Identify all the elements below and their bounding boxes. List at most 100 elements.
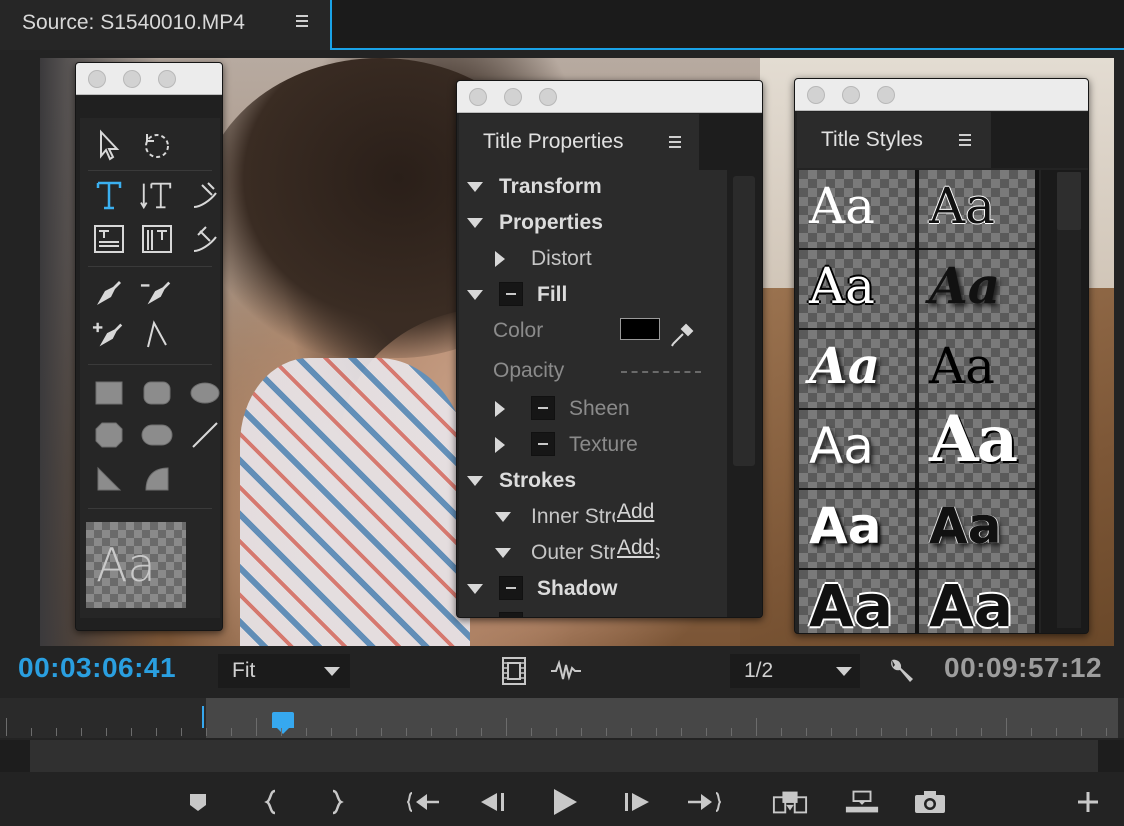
play-icon[interactable] [546, 784, 582, 820]
sheen-checkbox[interactable] [531, 396, 555, 420]
current-timecode[interactable]: 00:03:06:41 [18, 652, 176, 684]
close-window-icon[interactable] [469, 88, 487, 106]
rounded-rectangle-tool-icon[interactable] [140, 376, 174, 410]
style-swatch[interactable]: Aa [799, 570, 915, 633]
close-window-icon[interactable] [807, 86, 825, 104]
zoom-window-icon[interactable] [158, 70, 176, 88]
playback-resolution-select[interactable]: 1/2 [730, 654, 860, 688]
expand-triangle-icon[interactable] [495, 437, 505, 453]
row-fill[interactable]: Fill [459, 278, 727, 312]
path-type-tool-icon[interactable] [188, 178, 222, 212]
row-inner-strokes[interactable]: Inner Strokes Add [459, 500, 727, 534]
shadow-checkbox[interactable] [499, 576, 523, 600]
style-swatch[interactable]: Aa [799, 410, 915, 488]
time-ruler[interactable] [0, 698, 1124, 738]
minimize-window-icon[interactable] [504, 88, 522, 106]
style-swatch[interactable]: Aa [919, 570, 1035, 633]
ellipse-tool-icon[interactable] [188, 376, 222, 410]
properties-scroll-thumb[interactable] [733, 176, 755, 466]
insert-icon[interactable] [772, 784, 808, 820]
row-distort[interactable]: Distort [459, 242, 727, 276]
style-swatch[interactable]: Aa [799, 330, 915, 408]
clipped-corner-rectangle-tool-icon[interactable] [92, 418, 126, 452]
add-inner-stroke-link[interactable]: Add [615, 500, 657, 524]
opacity-value-empty[interactable] [621, 371, 701, 373]
minimize-window-icon[interactable] [842, 86, 860, 104]
zoom-level-select[interactable]: Fit [218, 654, 350, 688]
panel-menu-icon[interactable] [669, 136, 681, 151]
convert-anchor-point-tool-icon[interactable] [140, 318, 174, 352]
expand-triangle-icon[interactable] [495, 251, 505, 267]
title-properties-tab[interactable]: Title Properties [459, 114, 699, 170]
row-shadow[interactable]: Shadow [459, 572, 727, 606]
style-swatch[interactable]: Aa [799, 170, 915, 248]
title-styles-titlebar[interactable] [795, 79, 1088, 111]
zoom-window-icon[interactable] [539, 88, 557, 106]
add-outer-stroke-link[interactable]: Add [615, 536, 657, 560]
panel-menu-icon[interactable] [296, 15, 310, 30]
rectangle-tool-icon[interactable] [92, 376, 126, 410]
source-tab[interactable]: Source: S1540010.MP4 [0, 0, 332, 50]
row-texture[interactable]: Texture [459, 428, 727, 462]
playhead[interactable] [272, 712, 294, 734]
add-anchor-point-tool-icon[interactable] [92, 318, 126, 352]
eyedropper-icon[interactable] [669, 322, 695, 348]
vertical-type-tool-icon[interactable] [140, 178, 174, 212]
row-properties[interactable]: Properties [459, 206, 727, 240]
zoom-scroll-thumb[interactable] [30, 740, 1098, 772]
zoom-window-icon[interactable] [877, 86, 895, 104]
title-tools-titlebar[interactable] [76, 63, 222, 95]
go-to-out-icon[interactable] [686, 784, 722, 820]
background-checkbox[interactable] [499, 612, 523, 617]
wedge-tool-icon[interactable] [92, 462, 126, 496]
add-button-icon[interactable] [1070, 784, 1106, 820]
collapse-triangle-icon[interactable] [467, 476, 483, 486]
delete-anchor-point-tool-icon[interactable] [140, 276, 174, 310]
style-swatch[interactable]: Aa [919, 490, 1035, 568]
area-type-tool-icon[interactable] [92, 222, 126, 256]
collapse-triangle-icon[interactable] [467, 182, 483, 192]
rounded-corner-rectangle-tool-icon[interactable] [140, 418, 174, 452]
collapse-triangle-icon[interactable] [495, 512, 511, 522]
row-transform[interactable]: Transform [459, 170, 727, 204]
drag-audio-only-icon[interactable] [550, 660, 582, 682]
panel-menu-icon[interactable] [959, 134, 971, 149]
collapse-triangle-icon[interactable] [467, 584, 483, 594]
pen-tool-icon[interactable] [92, 276, 126, 310]
collapse-triangle-icon[interactable] [467, 290, 483, 300]
style-swatch[interactable]: Aa [919, 250, 1035, 328]
mark-out-icon[interactable] [318, 784, 354, 820]
wrench-settings-icon[interactable] [886, 656, 916, 686]
type-tool-icon[interactable] [92, 178, 126, 212]
style-swatch[interactable]: Aa [919, 330, 1035, 408]
style-swatch[interactable]: Aa [799, 250, 915, 328]
mark-in-icon[interactable] [254, 784, 290, 820]
fill-color-swatch[interactable] [620, 318, 660, 340]
properties-scrollbar[interactable] [727, 170, 762, 617]
collapse-triangle-icon[interactable] [495, 548, 511, 558]
row-background[interactable] [459, 608, 727, 617]
arc-tool-icon[interactable] [140, 462, 174, 496]
style-swatch[interactable]: Aa [799, 490, 915, 568]
close-window-icon[interactable] [88, 70, 106, 88]
row-outer-strokes[interactable]: Outer Strokes Add [459, 536, 727, 570]
vertical-path-type-tool-icon[interactable] [188, 222, 222, 256]
collapse-triangle-icon[interactable] [467, 218, 483, 228]
vertical-area-type-tool-icon[interactable] [140, 222, 174, 256]
export-frame-icon[interactable] [912, 784, 948, 820]
style-swatch[interactable]: Aa [919, 170, 1035, 248]
row-sheen[interactable]: Sheen [459, 392, 727, 426]
title-styles-tab[interactable]: Title Styles [797, 112, 991, 168]
overwrite-icon[interactable] [844, 784, 880, 820]
step-forward-icon[interactable] [618, 784, 654, 820]
add-marker-icon[interactable] [180, 784, 216, 820]
styles-scroll-thumb[interactable] [1057, 172, 1081, 230]
zoom-scroll-bar[interactable] [0, 740, 1124, 772]
style-swatch[interactable]: Aa [919, 410, 1035, 488]
styles-scrollbar[interactable] [1041, 170, 1088, 633]
row-strokes[interactable]: Strokes [459, 464, 727, 498]
line-tool-icon[interactable] [188, 418, 222, 452]
texture-checkbox[interactable] [531, 432, 555, 456]
expand-triangle-icon[interactable] [495, 401, 505, 417]
drag-video-only-icon[interactable] [500, 656, 528, 686]
